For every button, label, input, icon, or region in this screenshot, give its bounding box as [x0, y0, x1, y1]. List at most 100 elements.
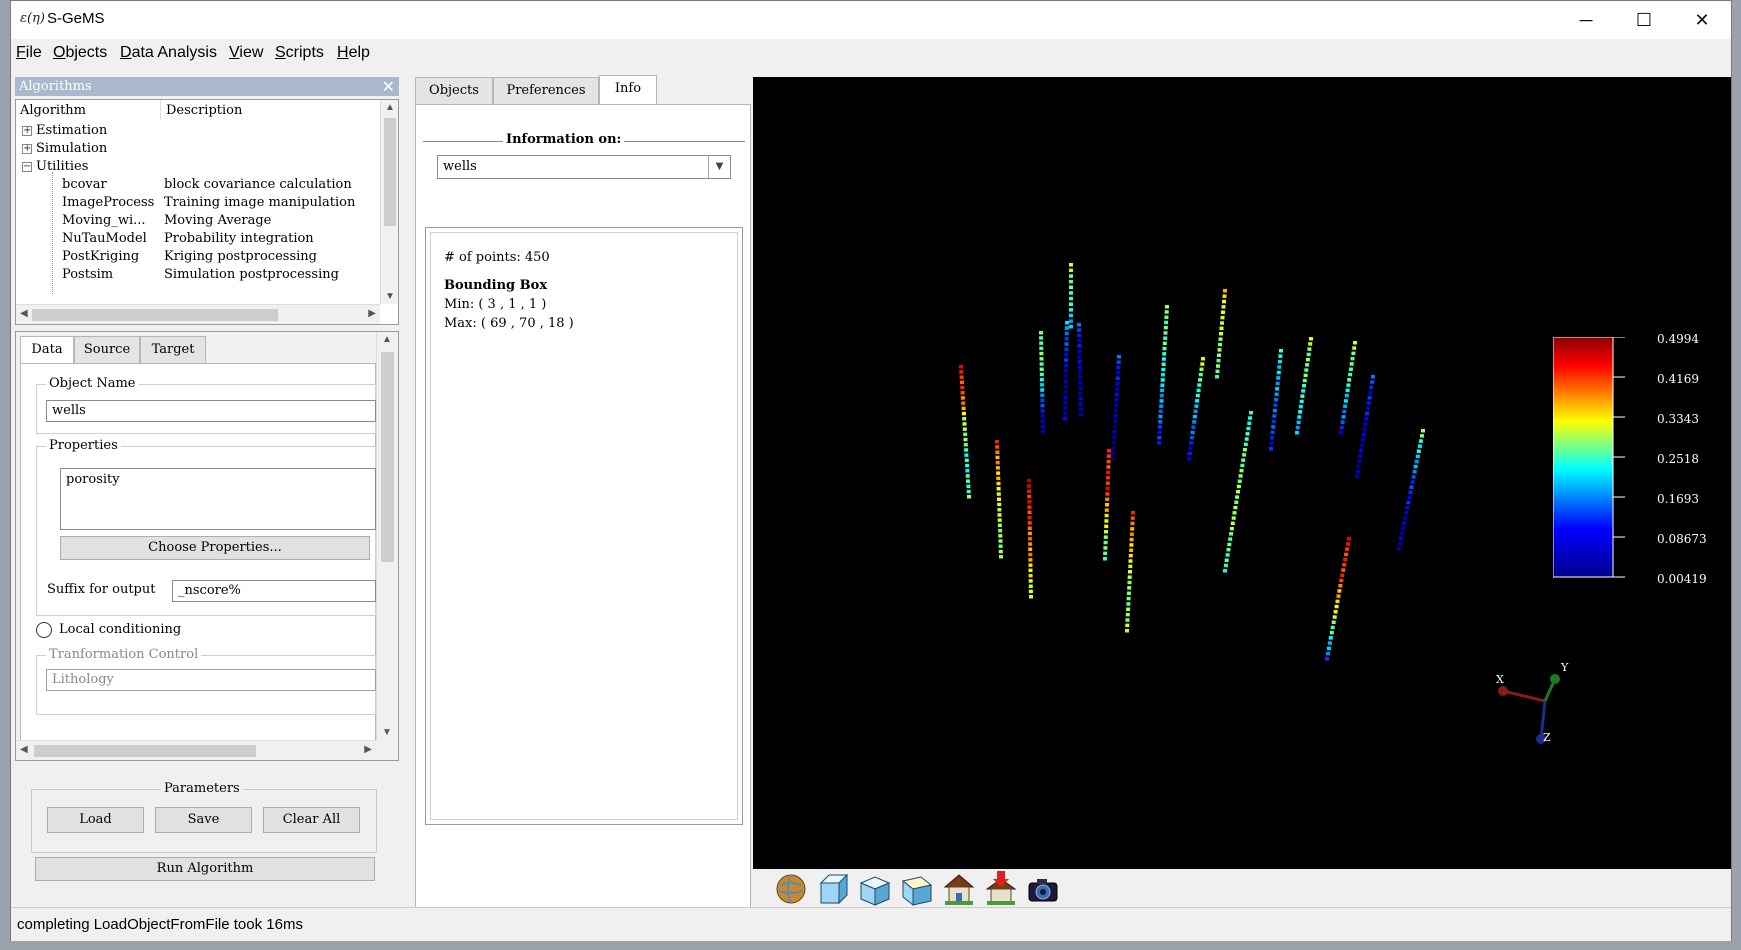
well-sample-point — [1028, 563, 1033, 567]
well-sample-point — [1129, 532, 1134, 536]
well-sample-point — [1028, 547, 1033, 551]
well-sample-point — [1276, 370, 1281, 375]
well-sample-point — [1222, 299, 1226, 304]
menu-objects[interactable]: Objects — [53, 44, 107, 62]
globe-icon[interactable] — [773, 871, 809, 907]
close-button[interactable]: ✕ — [1673, 1, 1731, 39]
tree-group-simulation[interactable]: + Simulation — [22, 141, 107, 161]
well-sample-point — [1302, 378, 1307, 383]
choose-properties-button[interactable]: Choose Properties... — [60, 536, 370, 560]
lithology-field[interactable]: Lithology — [46, 669, 376, 691]
well-sample-point — [1027, 531, 1032, 536]
cube-front-icon[interactable] — [815, 871, 851, 907]
well-sample-point — [1131, 511, 1135, 515]
well-sample-point — [1299, 399, 1304, 404]
well-sample-point — [1275, 381, 1280, 386]
camera-icon[interactable] — [1025, 871, 1061, 907]
property-item[interactable]: porosity — [66, 471, 375, 489]
cube-side-icon[interactable] — [857, 871, 893, 907]
object-name-field[interactable]: wells — [46, 400, 376, 422]
cube-top-icon[interactable] — [899, 871, 935, 907]
well-sample-point — [1237, 479, 1242, 483]
collapse-icon[interactable]: − — [22, 161, 32, 172]
minimize-button[interactable]: ─ — [1557, 1, 1615, 39]
tab-data[interactable]: Data — [20, 336, 74, 364]
scroll-down-icon[interactable]: ▼ — [382, 727, 392, 738]
menu-view[interactable]: View — [229, 44, 263, 62]
well-sample-point — [1332, 615, 1337, 619]
tree-item-moving-window[interactable]: Moving_wi... — [62, 213, 146, 233]
load-button[interactable]: Load — [47, 807, 144, 833]
scroll-left-icon[interactable]: ◀ — [20, 308, 28, 319]
tree-item-bcovar[interactable]: bcovar — [62, 177, 107, 197]
tab-info[interactable]: Info — [599, 75, 657, 105]
menu-scripts[interactable]: Scripts — [275, 44, 324, 62]
well-sample-point — [1027, 479, 1031, 483]
well-sample-point — [1106, 465, 1111, 469]
tree-item-postkriging[interactable]: PostKriging — [62, 249, 139, 269]
well-sample-point — [1161, 367, 1166, 372]
scrollbar-thumb[interactable] — [384, 118, 396, 226]
well-sample-point — [1371, 375, 1375, 379]
tab-preferences[interactable]: Preferences — [493, 77, 599, 105]
well-sample-point — [962, 422, 967, 426]
object-select[interactable]: wells ▼ — [437, 155, 731, 179]
house-icon[interactable] — [941, 871, 977, 907]
expand-icon[interactable]: + — [22, 125, 32, 136]
params-horizontal-scrollbar[interactable]: ◀ ▶ — [16, 740, 376, 760]
well-sample-point — [1103, 551, 1108, 556]
scroll-up-icon[interactable]: ▲ — [382, 334, 392, 345]
tree-vertical-scrollbar[interactable]: ▲ ▼ — [380, 100, 398, 304]
scroll-down-icon[interactable]: ▼ — [385, 291, 395, 302]
expand-icon[interactable]: + — [22, 143, 32, 154]
tab-source[interactable]: Source — [74, 336, 140, 364]
tab-target[interactable]: Target — [140, 336, 206, 364]
scroll-right-icon[interactable]: ▶ — [364, 744, 372, 755]
menu-data-analysis[interactable]: Data Analysis — [120, 44, 217, 62]
well-sample-point — [1275, 387, 1280, 391]
suffix-field[interactable]: _nscore% — [172, 580, 376, 602]
well-sample-point — [1028, 584, 1033, 588]
colorbar-label: 0.4169 — [1657, 372, 1699, 386]
tree-item-nutaumodel[interactable]: NuTauModel — [62, 231, 147, 251]
well-sample-point — [1342, 409, 1347, 414]
params-vertical-scrollbar[interactable]: ▲ ▼ — [376, 332, 396, 740]
house-arrow-icon[interactable] — [983, 871, 1019, 907]
tree-horizontal-scrollbar[interactable]: ◀ ▶ — [16, 304, 380, 324]
scroll-up-icon[interactable]: ▲ — [385, 102, 395, 113]
3d-viewer[interactable]: 0.4994 0.4169 0.3343 0.2518 0.1693 0.086… — [753, 77, 1731, 869]
tree-item-imageprocess[interactable]: ImageProcess — [62, 195, 154, 215]
column-header-description[interactable]: Description — [166, 103, 242, 123]
well-sample-point — [1199, 367, 1204, 371]
well-sample-point — [1104, 519, 1109, 523]
scroll-right-icon[interactable]: ▶ — [368, 308, 376, 319]
chevron-down-icon[interactable]: ▼ — [708, 156, 730, 178]
scrollbar-thumb[interactable] — [381, 352, 394, 562]
save-button[interactable]: Save — [155, 807, 252, 833]
well-sample-point — [1078, 370, 1083, 375]
scrollbar-thumb[interactable] — [32, 309, 278, 321]
tree-group-estimation[interactable]: + Estimation — [22, 123, 107, 143]
tab-objects[interactable]: Objects — [415, 77, 493, 105]
local-conditioning-radio[interactable] — [36, 622, 52, 638]
menu-file[interactable]: File — [16, 44, 42, 62]
maximize-button[interactable]: ☐ — [1615, 1, 1673, 39]
properties-label: Properties — [46, 438, 121, 453]
well-sample-point — [1160, 388, 1165, 393]
column-header-algorithm[interactable]: Algorithm — [20, 103, 86, 123]
tree-group-utilities[interactable]: − Utilities — [22, 159, 88, 179]
panel-close-icon[interactable]: ✕ — [382, 77, 395, 96]
well-sample-point — [1063, 390, 1068, 394]
run-algorithm-button[interactable]: Run Algorithm — [35, 857, 375, 881]
well-sample-point — [967, 495, 971, 499]
scrollbar-thumb[interactable] — [34, 745, 256, 757]
well-sample-point — [1111, 457, 1115, 461]
menu-help[interactable]: Help — [337, 44, 370, 62]
well-sample-point — [1244, 437, 1249, 441]
clear-all-button[interactable]: Clear All — [263, 807, 360, 833]
well-sample-point — [1069, 285, 1073, 289]
scroll-left-icon[interactable]: ◀ — [20, 744, 28, 755]
properties-list[interactable]: porosity — [60, 468, 376, 530]
well-sample-point — [1352, 346, 1357, 350]
tree-item-postsim[interactable]: Postsim — [62, 267, 113, 287]
